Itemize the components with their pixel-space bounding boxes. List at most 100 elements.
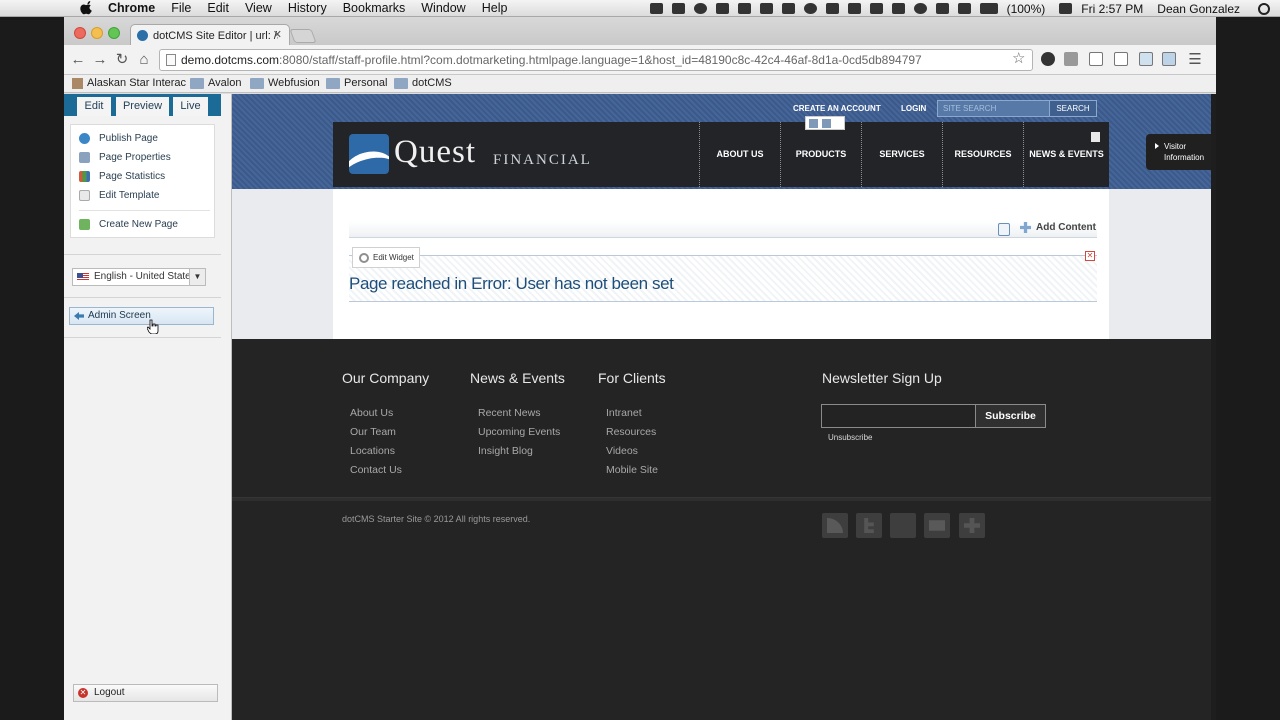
camera-tray-icon[interactable] — [649, 3, 663, 14]
footer-link-about-us[interactable]: About Us — [350, 407, 393, 419]
footer-link-locations[interactable]: Locations — [350, 445, 395, 457]
create-account-link[interactable]: CREATE AN ACCOUNT — [793, 104, 881, 113]
menu-window[interactable]: Window — [421, 0, 465, 17]
terminal-tray-icon[interactable] — [671, 3, 685, 14]
sync-tray-icon[interactable] — [781, 3, 795, 14]
nav-services[interactable]: SERVICES — [861, 122, 942, 187]
plus-icon[interactable] — [959, 513, 985, 538]
site-search-input[interactable]: SITE SEARCH — [937, 100, 1050, 117]
menu-help[interactable]: Help — [482, 0, 508, 17]
battery-tray-icon[interactable] — [979, 3, 998, 14]
menu-app-name[interactable]: Chrome — [108, 0, 155, 17]
remove-widget-icon[interactable]: ✕ — [1085, 251, 1095, 261]
rss-icon[interactable] — [822, 513, 848, 538]
back-arrow-icon[interactable]: ← — [69, 51, 87, 69]
tab-live[interactable]: Live — [173, 97, 208, 116]
tab-preview[interactable]: Preview — [116, 97, 169, 116]
bookmark-personal[interactable]: Personal — [326, 77, 387, 89]
spotlight-search-icon[interactable] — [1258, 2, 1270, 15]
chevron-down-icon[interactable]: ▼ — [189, 269, 205, 285]
add-content-button[interactable]: Add Content — [1020, 222, 1096, 233]
admin-screen-button[interactable]: Admin Screen — [69, 307, 214, 325]
circle-tray-icon[interactable] — [803, 3, 817, 14]
newsletter-email-input[interactable] — [821, 404, 976, 428]
footer-link-insight-blog[interactable]: Insight Blog — [478, 445, 533, 457]
mail-extension-icon[interactable] — [1139, 52, 1153, 66]
window-extension-icon[interactable] — [1114, 52, 1128, 66]
volume-tray-icon[interactable] — [957, 3, 971, 14]
info-icon[interactable] — [998, 223, 1010, 236]
unsubscribe-link[interactable]: Unsubscribe — [828, 433, 872, 442]
tab-close-icon[interactable]: ✕ — [273, 28, 282, 41]
quest-logo-icon[interactable] — [349, 134, 389, 174]
apple-menu-icon[interactable] — [80, 1, 94, 15]
nav-resources[interactable]: RESOURCES — [942, 122, 1023, 187]
footer-link-intranet[interactable]: Intranet — [606, 407, 642, 419]
wifi-tray-icon[interactable] — [825, 3, 839, 14]
footer-link-mobile-site[interactable]: Mobile Site — [606, 464, 658, 476]
close-window-button[interactable] — [74, 27, 86, 39]
home-icon[interactable]: ⌂ — [135, 51, 153, 69]
forward-arrow-icon[interactable]: → — [91, 51, 109, 69]
login-link[interactable]: LOGIN — [901, 104, 926, 113]
display-extension-icon[interactable] — [1162, 52, 1176, 66]
bookmark-webfusion[interactable]: Webfusion — [250, 77, 320, 89]
address-bar[interactable]: demo.dotcms.com:8080/staff/staff-profile… — [159, 49, 1033, 71]
bookmark-star-icon[interactable]: ☆ — [1012, 49, 1025, 67]
pencil-icon[interactable] — [1091, 132, 1100, 142]
reload-icon[interactable]: ↻ — [113, 51, 131, 69]
menu-view[interactable]: View — [245, 0, 272, 17]
footer-link-contact-us[interactable]: Contact Us — [350, 464, 402, 476]
visitor-information-tab[interactable]: Visitor Information — [1146, 134, 1211, 170]
bluetooth-tray-icon[interactable] — [935, 3, 949, 14]
page-properties-link[interactable]: Page Properties — [79, 152, 171, 163]
publish-page-link[interactable]: Publish Page — [79, 133, 158, 144]
footer-link-upcoming-events[interactable]: Upcoming Events — [478, 426, 560, 438]
amazon-extension-icon[interactable] — [1041, 52, 1055, 66]
page-scrollbar[interactable] — [1211, 94, 1216, 720]
printer-extension-icon[interactable] — [1064, 52, 1078, 66]
clock[interactable]: Fri 2:57 PM — [1081, 2, 1143, 16]
nav-about-us[interactable]: ABOUT US — [699, 122, 780, 187]
footer-link-recent-news[interactable]: Recent News — [478, 407, 540, 419]
minimize-window-button[interactable] — [91, 27, 103, 39]
screenshot-extension-icon[interactable] — [1089, 52, 1103, 66]
facebook-icon[interactable] — [890, 513, 916, 538]
dropbox-tray-icon[interactable] — [759, 3, 773, 14]
email-icon[interactable] — [924, 513, 950, 538]
menu-history[interactable]: History — [288, 0, 327, 17]
nav-products[interactable]: PRODUCTS — [780, 122, 861, 187]
zoom-window-button[interactable] — [108, 27, 120, 39]
footer-link-videos[interactable]: Videos — [606, 445, 638, 457]
new-tab-button[interactable] — [289, 29, 317, 43]
page-statistics-link[interactable]: Page Statistics — [79, 171, 165, 182]
twitter-icon[interactable] — [856, 513, 882, 538]
bookmark-alaskan-star[interactable]: Alaskan Star Interac — [72, 77, 186, 89]
bookmark-avalon[interactable]: Avalon — [190, 77, 241, 89]
time-machine-tray-icon[interactable] — [913, 3, 927, 14]
skype-tray-icon[interactable] — [693, 3, 707, 14]
drive-tray-icon[interactable] — [737, 3, 751, 14]
chrome-menu-icon[interactable]: ☰ — [1186, 51, 1204, 69]
create-new-page-link[interactable]: Create New Page — [79, 219, 178, 230]
edit-widget-button[interactable]: Edit Widget — [352, 247, 420, 268]
language-select[interactable]: English - United States ▼ — [72, 268, 206, 286]
keyboard-tray-icon[interactable] — [847, 3, 861, 14]
menu-file[interactable]: File — [171, 0, 191, 17]
logout-button[interactable]: ✕ Logout — [73, 684, 218, 702]
edit-template-link[interactable]: Edit Template — [79, 190, 159, 201]
subscribe-button[interactable]: Subscribe — [975, 404, 1046, 428]
evernote-tray-icon[interactable] — [715, 3, 729, 14]
user-name[interactable]: Dean Gonzalez — [1157, 2, 1240, 16]
tab-edit[interactable]: Edit — [77, 97, 111, 116]
bookmark-dotcms[interactable]: dotCMS — [394, 77, 452, 89]
site-search-button[interactable]: SEARCH — [1049, 100, 1097, 117]
browser-tab-active[interactable]: dotCMS Site Editor | url: /sta ✕ — [130, 24, 290, 46]
code-tray-icon[interactable] — [891, 3, 905, 14]
footer-link-our-team[interactable]: Our Team — [350, 426, 396, 438]
footer-link-resources[interactable]: Resources — [606, 426, 656, 438]
menu-bookmarks[interactable]: Bookmarks — [343, 0, 406, 17]
display-tray-icon[interactable] — [869, 3, 883, 14]
flag-tray-icon[interactable] — [1059, 3, 1073, 14]
menu-edit[interactable]: Edit — [207, 0, 229, 17]
